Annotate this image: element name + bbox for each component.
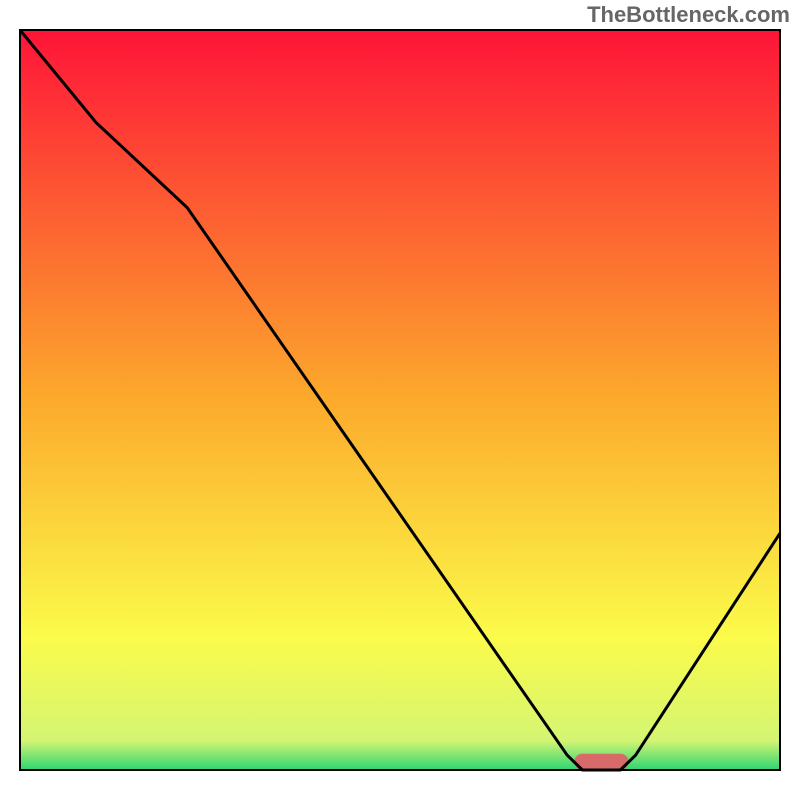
watermark-text: TheBottleneck.com — [587, 2, 790, 28]
bottleneck-chart: TheBottleneck.com — [0, 0, 800, 800]
chart-svg — [0, 0, 800, 800]
plot-background — [20, 30, 780, 770]
